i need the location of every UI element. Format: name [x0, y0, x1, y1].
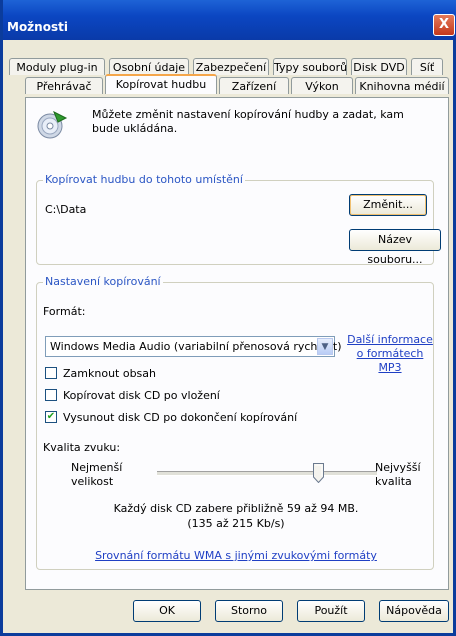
tab-network[interactable]: Síť	[411, 58, 443, 75]
mp3-info-link[interactable]: Další informace o formátech MP3	[347, 333, 433, 375]
close-button[interactable]: X	[433, 14, 455, 36]
tab-rip-music[interactable]: Kopírovat hudbu	[105, 74, 217, 94]
format-select[interactable]: Windows Media Audio (variabilní přenosov…	[45, 336, 342, 357]
size-info-line1: Každý disk CD zabere přibližně 59 až 94 …	[113, 502, 359, 515]
tab-security[interactable]: Zabezpečení	[193, 58, 269, 75]
mp3-info-link-line1[interactable]: Další informace	[347, 333, 433, 347]
rip-music-panel: Můžete změnit nastavení kopírování hudby…	[25, 97, 449, 590]
settings-legend: Nastavení kopírování	[43, 275, 163, 288]
min-size-line2: velikost	[71, 475, 114, 488]
tab-personal[interactable]: Osobní údaje	[109, 58, 189, 75]
tab-library[interactable]: Knihovna médií	[355, 77, 449, 94]
rip-settings-group: Nastavení kopírování Formát: Windows Med…	[36, 275, 435, 570]
help-button[interactable]: Nápověda	[379, 600, 449, 622]
tab-dvd[interactable]: Disk DVD	[351, 58, 407, 75]
max-quality-label: Nejvyšší kvalita	[375, 461, 421, 489]
ok-button[interactable]: OK	[133, 600, 201, 622]
checkbox-box[interactable]	[45, 367, 57, 379]
location-legend: Kopírovat hudbu do tohoto umístění	[43, 173, 245, 186]
compare-formats-link[interactable]: Srovnání formátu WMA s jinými zvukovými …	[95, 549, 377, 562]
options-dialog: Možnosti X Moduly plug-in Osobní údaje Z…	[0, 0, 456, 636]
window-title: Možnosti	[7, 20, 68, 34]
quality-slider-area: Nejmenší velikost Nejvyšší kvalita	[37, 413, 435, 488]
max-quality-line1: Nejvyšší	[375, 461, 421, 474]
tab-performance[interactable]: Výkon	[291, 77, 353, 94]
filename-button[interactable]: Název souboru...	[349, 229, 441, 266]
format-label: Formát:	[43, 305, 86, 318]
max-quality-line2: kvalita	[375, 475, 412, 488]
min-size-line1: Nejmenší	[71, 461, 123, 474]
slider-thumb-icon[interactable]	[312, 463, 324, 483]
change-location-button[interactable]: Změnit...	[349, 194, 427, 216]
tab-player[interactable]: Přehrávač	[25, 77, 103, 94]
compare-formats-link-wrap: Srovnání formátu WMA s jinými zvukovými …	[37, 549, 435, 562]
checkbox-label: Kopírovat disk CD po vložení	[63, 389, 220, 402]
cd-rip-icon	[37, 110, 68, 139]
title-bar[interactable]: Možnosti X	[3, 0, 456, 40]
checkbox-box[interactable]	[45, 389, 57, 401]
intro-text: Můžete změnit nastavení kopírování hudby…	[92, 108, 404, 135]
cancel-button[interactable]: Storno	[215, 600, 283, 622]
tab-file-types[interactable]: Typy souborů	[273, 58, 347, 75]
size-info: Každý disk CD zabere přibližně 59 až 94 …	[37, 501, 435, 531]
tab-devices[interactable]: Zařízení	[219, 77, 289, 94]
tab-plugins[interactable]: Moduly plug-in	[9, 58, 105, 75]
apply-button[interactable]: Použít	[297, 600, 365, 622]
location-path: C:\Data	[45, 203, 87, 216]
quality-slider-track[interactable]	[157, 471, 377, 476]
mp3-info-link-line2[interactable]: o formátech MP3	[347, 347, 433, 375]
location-group: Kopírovat hudbu do tohoto umístění C:\Da…	[36, 173, 441, 266]
size-info-line2: (135 až 215 Kb/s)	[187, 517, 285, 530]
checkbox-label: Zamknout obsah	[63, 367, 157, 380]
format-select-value: Windows Media Audio (variabilní přenosov…	[50, 340, 342, 353]
min-size-label: Nejmenší velikost	[71, 461, 122, 489]
chevron-down-icon[interactable]: ▼	[317, 338, 333, 355]
